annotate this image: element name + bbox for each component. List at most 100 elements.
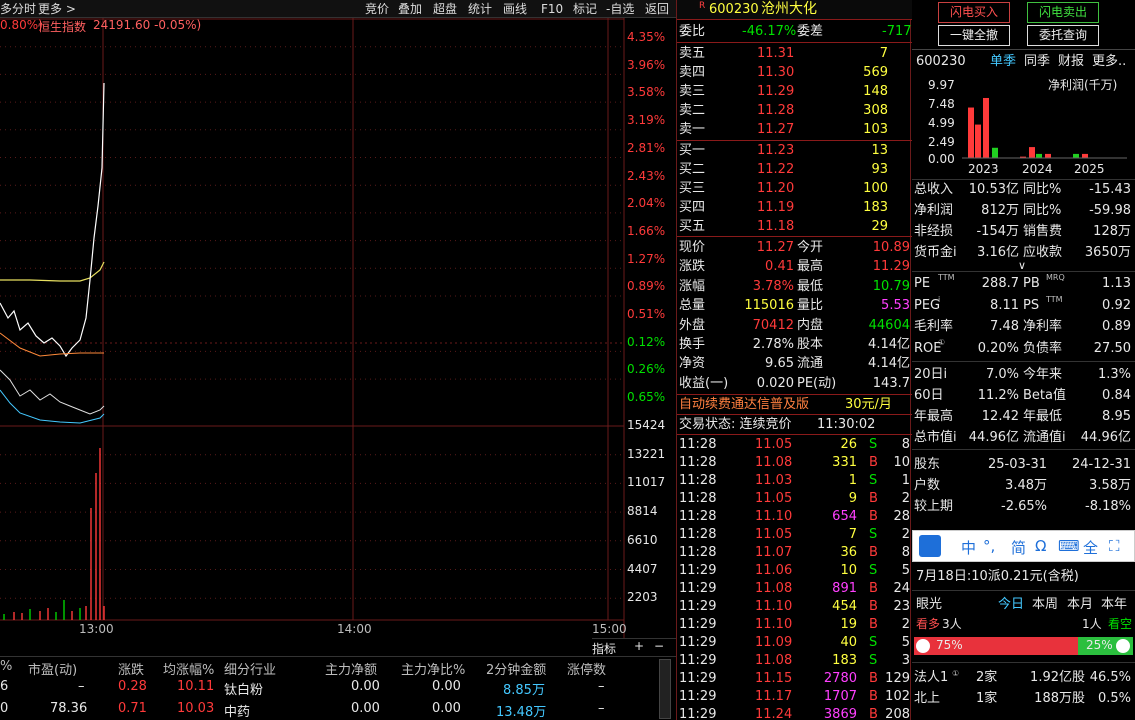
ime-toolbar[interactable]: 中 °, 简 Ω ⌨ 全 ⛶ [912, 530, 1135, 562]
level-volume: 183 [863, 200, 888, 215]
toolbar-btn-watchlist[interactable]: -自选 [606, 0, 634, 18]
indicator-button[interactable]: 指标 [592, 640, 616, 657]
col-header-main-ratio[interactable]: 主力净比% [401, 659, 465, 678]
more-menu[interactable]: 更多 > [38, 0, 76, 18]
col-header-pe[interactable]: 市盈(动) [28, 659, 77, 678]
tab-today[interactable]: 今日 [998, 595, 1024, 615]
ime-fullwidth-toggle[interactable]: 全 [1083, 537, 1098, 558]
time-label-1400: 14:00 [337, 622, 372, 636]
zoom-out-button[interactable]: − [654, 639, 664, 653]
toolbar-btn-auction[interactable]: 竞价 [365, 0, 389, 18]
tick-price: 11.15 [755, 671, 793, 686]
overlay-index-name: 恒生指数 [38, 20, 87, 34]
inst-sup: ① [952, 669, 960, 678]
ime-chinese-toggle[interactable]: 中 [961, 537, 976, 558]
zoom-in-button[interactable]: + [634, 639, 644, 653]
overlay-line-cyan [0, 389, 105, 424]
tick-time: 11:29 [679, 653, 717, 668]
col-header-limit-up[interactable]: 涨停数 [567, 659, 606, 678]
toolbar-btn-back[interactable]: 返回 [645, 0, 669, 18]
flash-buy-button[interactable]: 闪电买入 [938, 2, 1010, 23]
tick-price: 11.10 [755, 617, 793, 632]
col-header-pct[interactable]: % [0, 659, 12, 674]
holder-label: 较上期 [914, 499, 954, 514]
intraday-chart[interactable]: 0.80%) 恒生指数 24191.60 -0.05%) 4.35% 3.96% 3… [0, 18, 676, 638]
ask-level[interactable]: 卖二 11.28 308 [677, 101, 912, 120]
bid-level[interactable]: 买四 11.19 183 [677, 198, 912, 217]
ime-keyboard-icon[interactable]: ⌨ [1058, 537, 1080, 555]
overlay-line-orange [0, 332, 104, 357]
bid-level[interactable]: 买三 11.20 100 [677, 179, 912, 198]
flash-sell-button[interactable]: 闪电卖出 [1027, 2, 1099, 23]
tick-row: 11:29 11.10 454 B 23 [677, 598, 912, 616]
price-axis-label: 0.51% [627, 307, 666, 321]
ime-simplified-toggle[interactable]: 简 [1011, 537, 1026, 558]
tab-multi-timeshare[interactable]: 多分时 [0, 0, 36, 18]
holder-value: 25-03-31 [987, 457, 1047, 472]
ime-symbol-icon[interactable]: Ω [1035, 537, 1046, 555]
metric-label: 同比% [1023, 182, 1062, 197]
tick-row: 11:29 11.15 2780 B 129 [677, 670, 912, 688]
metric-value: 7.0% [985, 367, 1019, 382]
col-header-2min-amount[interactable]: 2分钟金额 [486, 659, 546, 678]
cell-main-net: 0.00 [351, 701, 380, 716]
metric-row: 总市值i 44.96亿 流通值i 44.96亿 [912, 428, 1135, 448]
level-volume: 29 [871, 219, 888, 234]
ime-menu-icon[interactable]: ⛶ [1109, 537, 1120, 555]
tick-direction: B [869, 581, 878, 596]
metric-value: 8.11 [990, 297, 1019, 313]
tick-volume: 10 [840, 563, 857, 578]
tick-time: 11:28 [679, 509, 717, 524]
institution-row: 北上 1家 188万股 0.5% [912, 689, 1135, 709]
table-row[interactable]: 6 – 0.28 10.11 钛白粉 0.00 0.00 8.85万 – [0, 679, 676, 699]
tab-report[interactable]: 财报 [1058, 52, 1084, 72]
tab-more[interactable]: 更多.. [1092, 52, 1126, 72]
ask-level[interactable]: 卖四 11.30 569 [677, 63, 912, 82]
bid-level[interactable]: 买五 11.18 29 [677, 217, 912, 236]
tab-week[interactable]: 本周 [1032, 595, 1058, 615]
ask-level[interactable]: 卖五 11.31 7 [677, 44, 912, 63]
bear-count: 1人 [1082, 617, 1102, 631]
metric-value: 27.50 [1093, 340, 1131, 356]
bear-icon [1116, 639, 1130, 653]
col-header-change[interactable]: 涨跌 [118, 659, 144, 678]
ask-level[interactable]: 卖一 11.27 103 [677, 120, 912, 139]
table-row[interactable]: 0 78.36 0.71 10.03 中药 0.00 0.00 13.48万 – [0, 701, 676, 720]
profit-bar [975, 124, 981, 158]
col-header-industry[interactable]: 细分行业 [224, 659, 276, 678]
toolbar-btn-draw[interactable]: 画线 [503, 0, 527, 18]
wb-label: 委比 [679, 24, 706, 39]
toolbar-btn-f10[interactable]: F10 [541, 0, 563, 18]
tick-time: 11:28 [679, 437, 717, 452]
promo-row[interactable]: 自动续费通达信普及版 30元/月 [677, 395, 912, 414]
order-query-button[interactable]: 委托查询 [1027, 25, 1099, 46]
toolbar-btn-mark[interactable]: 标记 [573, 0, 597, 18]
volume-axis-label: 13221 [627, 446, 666, 461]
bid-level[interactable]: 买一 11.23 13 [677, 141, 912, 160]
cancel-all-button[interactable]: 一键全撤 [938, 25, 1010, 46]
volume-axis-label: 2203 [627, 590, 658, 605]
profit-chart: 净利润(千万) 9.97 7.48 4.99 2.49 0.00 2023 20… [912, 72, 1135, 180]
col-header-avg-change[interactable]: 均涨幅% [163, 659, 214, 678]
col-header-main-net[interactable]: 主力净额 [325, 659, 377, 678]
tab-month[interactable]: 本月 [1067, 595, 1093, 615]
toolbar-btn-overlay[interactable]: 叠加 [398, 0, 422, 18]
metric-label: 今年来 [1023, 367, 1063, 382]
ime-punct-toggle[interactable]: °, [983, 537, 995, 555]
wc-label: 委差 [797, 24, 824, 39]
tab-year[interactable]: 本年 [1101, 595, 1127, 615]
stat-value: 10.79 [872, 278, 910, 294]
tab-single-quarter[interactable]: 单季 [990, 52, 1016, 72]
toolbar-btn-stats[interactable]: 统计 [468, 0, 492, 18]
inst-value: 46.5% [1089, 670, 1131, 685]
profit-bar [983, 97, 989, 158]
metric-label: 总市值i [914, 430, 957, 445]
bid-level[interactable]: 买二 11.22 93 [677, 160, 912, 179]
table-scrollbar[interactable] [659, 659, 671, 719]
toolbar-btn-superpan[interactable]: 超盘 [433, 0, 457, 18]
ask-level[interactable]: 卖三 11.29 148 [677, 82, 912, 101]
tick-count: 3 [901, 653, 910, 668]
sentiment-bar[interactable]: 75% 25% [914, 637, 1133, 655]
tick-direction: B [869, 599, 878, 614]
tab-same-quarter[interactable]: 同季 [1024, 52, 1050, 72]
